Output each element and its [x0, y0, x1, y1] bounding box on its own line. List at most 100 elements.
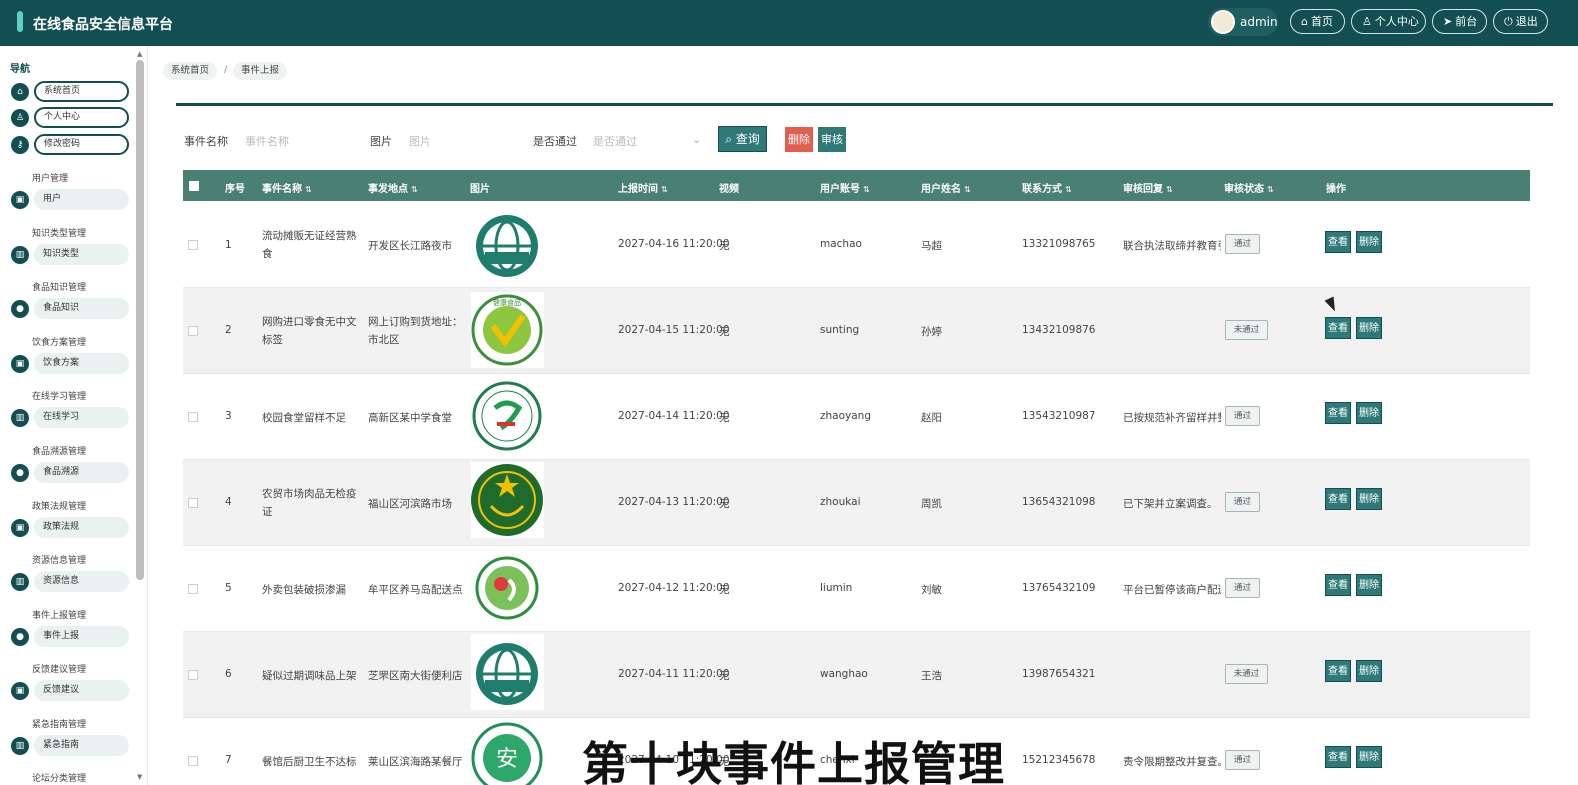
sidebar-scrollbar[interactable]	[136, 60, 144, 580]
status-badge: 未通过	[1225, 664, 1268, 684]
sidebar-item-profile[interactable]: 个人中心	[34, 107, 129, 128]
group-header[interactable]: 论坛分类管理	[32, 771, 86, 784]
sidebar-item-diet-plan[interactable]: 饮食方案	[34, 353, 129, 374]
view-button[interactable]: 查看	[1325, 660, 1351, 682]
chart-icon: ▥	[11, 573, 29, 591]
sidebar-item-event-report[interactable]: 事件上报	[34, 626, 129, 647]
view-button[interactable]: 查看	[1325, 231, 1351, 253]
delete-button[interactable]: 删除	[1356, 402, 1382, 424]
briefcase-icon: ▣	[11, 682, 29, 700]
row-checkbox[interactable]	[188, 412, 198, 422]
col-reply[interactable]: 审核回复 ⇅	[1123, 180, 1173, 195]
event-image[interactable]	[471, 462, 544, 538]
col-image: 图片	[470, 184, 490, 195]
batch-delete-button[interactable]: 删除	[785, 127, 813, 152]
sidebar-item-traceability[interactable]: 食品溯源	[34, 462, 129, 483]
picture-input[interactable]: 图片	[409, 133, 519, 149]
group-header[interactable]: 食品知识管理	[32, 280, 86, 293]
video-caption: 第十块事件上报管理	[582, 737, 1005, 785]
col-realname[interactable]: 用户姓名 ⇅	[921, 180, 971, 195]
event-name-label: 事件名称	[184, 135, 228, 148]
event-image[interactable]	[471, 634, 544, 710]
delete-button[interactable]: 删除	[1356, 574, 1382, 596]
event-name: 外卖包装破损渗漏	[262, 584, 346, 596]
event-place: 网上订购到货地址：市北区	[368, 316, 463, 346]
group-header[interactable]: 事件上报管理	[32, 608, 86, 621]
group-header[interactable]: 用户管理	[32, 171, 68, 184]
event-image[interactable]: 安	[471, 720, 544, 785]
event-name: 校园食堂留样不足	[262, 412, 346, 424]
user-chip[interactable]: admin	[1208, 8, 1278, 36]
group-header[interactable]: 食品溯源管理	[32, 444, 86, 457]
logout-button[interactable]: ⏻ 退出	[1493, 9, 1548, 34]
col-place[interactable]: 事发地点 ⇅	[368, 180, 418, 195]
delete-button[interactable]: 删除	[1356, 660, 1382, 682]
delete-button[interactable]: 删除	[1356, 746, 1382, 768]
sidebar-item-resources[interactable]: 资源信息	[34, 571, 129, 592]
view-button[interactable]: 查看	[1325, 574, 1351, 596]
video: 无	[719, 240, 730, 252]
breadcrumb-home[interactable]: 系统首页	[163, 62, 218, 80]
scroll-up-arrow[interactable]: ▲	[137, 50, 142, 58]
group-header[interactable]: 反馈建议管理	[32, 662, 86, 675]
location-icon: ●	[11, 464, 29, 482]
sidebar-item-policy[interactable]: 政策法规	[34, 517, 129, 538]
sidebar-item-password[interactable]: 修改密码	[34, 134, 129, 155]
row-checkbox[interactable]	[188, 326, 198, 336]
home-button[interactable]: ⌂ 首页	[1290, 9, 1345, 34]
sidebar-item-emergency-guide[interactable]: 紧急指南	[34, 735, 129, 756]
briefcase-icon: ▣	[11, 519, 29, 537]
sort-icon: ⇅	[1267, 185, 1274, 194]
row-checkbox[interactable]	[188, 670, 198, 680]
group-header[interactable]: 在线学习管理	[32, 389, 86, 402]
scroll-down-arrow[interactable]: ▼	[137, 773, 142, 781]
group-header[interactable]: 政策法规管理	[32, 499, 86, 512]
pass-select[interactable]: 是否通过	[593, 133, 703, 149]
row-no: 6	[225, 668, 232, 680]
sidebar-item-home[interactable]: 系统首页	[34, 81, 129, 102]
event-image[interactable]	[471, 206, 544, 282]
group-header[interactable]: 资源信息管理	[32, 553, 86, 566]
col-phone[interactable]: 联系方式 ⇅	[1022, 180, 1072, 195]
delete-button[interactable]: 删除	[1356, 317, 1382, 339]
front-button[interactable]: ➤ 前台	[1432, 9, 1487, 34]
group-header[interactable]: 饮食方案管理	[32, 335, 86, 348]
col-time[interactable]: 上报时间 ⇅	[618, 180, 668, 195]
row-checkbox[interactable]	[188, 240, 198, 250]
group-header[interactable]: 紧急指南管理	[32, 717, 86, 730]
event-image[interactable]	[471, 550, 544, 626]
query-button[interactable]: ⌕ 查询	[718, 126, 767, 152]
view-button[interactable]: 查看	[1325, 317, 1351, 339]
delete-button[interactable]: 删除	[1356, 488, 1382, 510]
status-badge: 通过	[1225, 750, 1260, 770]
group-header[interactable]: 知识类型管理	[32, 226, 86, 239]
event-place: 高新区某中学食堂	[368, 412, 452, 424]
event-name: 网购进口零食无中文标签	[262, 316, 357, 346]
sidebar-item-user[interactable]: 用户	[34, 189, 129, 210]
sidebar-item-feedback[interactable]: 反馈建议	[34, 680, 129, 701]
row-checkbox[interactable]	[188, 756, 198, 766]
col-name[interactable]: 事件名称 ⇅	[262, 180, 312, 195]
view-button[interactable]: 查看	[1325, 402, 1351, 424]
row-checkbox[interactable]	[188, 584, 198, 594]
row-checkbox[interactable]	[188, 498, 198, 508]
select-all-checkbox[interactable]	[189, 181, 199, 191]
sidebar-item-knowledge-type[interactable]: 知识类型	[34, 244, 129, 265]
audit-button[interactable]: 审核	[818, 127, 846, 152]
col-account[interactable]: 用户账号 ⇅	[820, 180, 870, 195]
sort-icon: ⇅	[863, 185, 870, 194]
sidebar-item-food-knowledge[interactable]: 食品知识	[34, 298, 129, 319]
top-bar: 在线食品安全信息平台 admin ⌂ 首页 ♙ 个人中心 ➤ 前台 ⏻ 退出	[0, 0, 1578, 46]
view-button[interactable]: 查看	[1325, 488, 1351, 510]
delete-button[interactable]: 删除	[1356, 231, 1382, 253]
profile-button[interactable]: ♙ 个人中心	[1351, 9, 1426, 34]
sidebar-item-online-learning[interactable]: 在线学习	[34, 407, 129, 428]
briefcase-icon: ▣	[11, 191, 29, 209]
view-button[interactable]: 查看	[1325, 746, 1351, 768]
nav-heading: 导航	[10, 64, 30, 75]
sort-icon: ⇅	[305, 185, 312, 194]
event-image[interactable]: 健康食品	[471, 292, 544, 368]
event-name-input[interactable]: 事件名称	[245, 133, 355, 149]
col-status[interactable]: 审核状态 ⇅	[1224, 180, 1274, 195]
event-image[interactable]	[471, 378, 544, 454]
